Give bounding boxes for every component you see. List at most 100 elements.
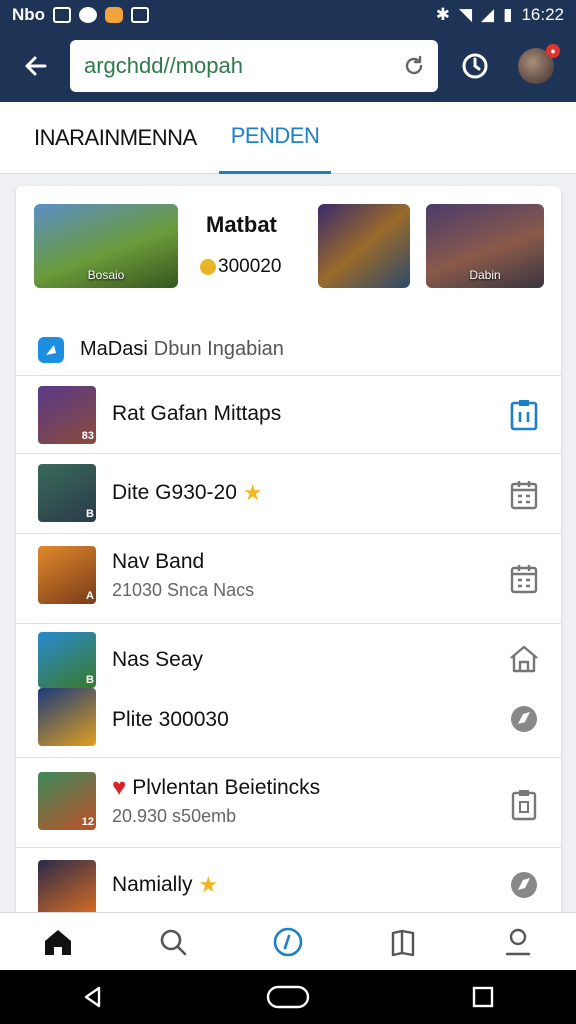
- section-header: MaDasi Dbun Ingabian: [16, 324, 561, 376]
- nav-search[interactable]: [153, 922, 193, 962]
- compass-icon: [511, 872, 537, 898]
- item-tag: A: [86, 590, 94, 602]
- book-icon: [391, 929, 415, 956]
- profile-avatar[interactable]: ●: [518, 44, 560, 84]
- clipboard-icon: [510, 400, 538, 431]
- item-name-text: Namially: [112, 873, 193, 896]
- home-icon: [510, 645, 538, 673]
- emoji-icon: [105, 7, 124, 23]
- system-back-icon[interactable]: [80, 984, 106, 1010]
- system-recents-icon[interactable]: [470, 984, 496, 1010]
- item-thumbnail: [38, 860, 96, 918]
- item-tag: B: [86, 508, 94, 520]
- url-field[interactable]: argchdd//mopah: [70, 40, 438, 92]
- list-item[interactable]: 83 Rat Gafan Mittaps: [16, 376, 561, 454]
- item-name-text: Plite 300030: [112, 708, 229, 731]
- item-subtitle: 21030 Snca Nacs: [112, 580, 255, 600]
- section-subtitle: Dbun Ingabian: [153, 338, 284, 360]
- coin-icon: [200, 259, 216, 275]
- item-name: Nas Seay: [112, 648, 203, 672]
- item-thumbnail: B: [38, 632, 96, 688]
- tab-first[interactable]: INARAINMENNA: [34, 102, 197, 174]
- list-item[interactable]: B Nas Seay Plite 300030: [16, 624, 561, 758]
- signal-icon: ◢: [481, 5, 495, 24]
- star-icon: ★: [242, 480, 263, 505]
- featured-price: 300020: [200, 256, 281, 278]
- item-action-button[interactable]: [507, 788, 541, 822]
- status-time: 16:22: [521, 5, 564, 24]
- reload-icon[interactable]: [402, 54, 426, 78]
- status-left: Nbo: [12, 5, 150, 25]
- back-button[interactable]: [14, 44, 58, 88]
- featured-thumb-3[interactable]: Dabin: [426, 204, 544, 288]
- item-tag: 83: [81, 430, 94, 442]
- search-icon: [160, 929, 187, 955]
- section-title: MaDasi: [80, 338, 148, 360]
- user-icon: [506, 928, 531, 955]
- featured-price-value: 300020: [218, 256, 282, 277]
- list-item[interactable]: 12 ♥ Plvlentan Beietincks 20.930 s50emb: [16, 758, 561, 848]
- bluetooth-icon: ✱: [435, 5, 450, 24]
- compass-icon: [511, 706, 537, 732]
- url-text: argchdd//mopah: [84, 53, 243, 78]
- wifi-icon: ◥: [458, 5, 473, 24]
- tab-bar: INARAINMENNA PENDEN: [0, 102, 576, 174]
- item-name-text: Nav Band: [112, 550, 205, 573]
- item-thumbnail: A: [38, 546, 96, 604]
- item-action-button[interactable]: [507, 478, 541, 512]
- nav-home[interactable]: [38, 922, 78, 962]
- nav-discover[interactable]: [268, 922, 308, 962]
- item-subtitle: 20.930 s50emb: [112, 806, 237, 826]
- item-name: ♥ Plvlentan Beietincks: [112, 774, 320, 802]
- list-item[interactable]: B Dite G930-20 ★: [16, 454, 561, 534]
- list-item[interactable]: A Nav Band 21030 Snca Nacs: [16, 534, 561, 624]
- nav-library[interactable]: [383, 922, 423, 962]
- tab-second-active[interactable]: PENDEN: [218, 102, 332, 174]
- message-icon: [53, 7, 72, 23]
- item-name: Namially ★: [112, 872, 218, 898]
- history-icon[interactable]: [460, 51, 490, 81]
- tag-icon: [38, 336, 64, 363]
- featured-title: Matbat: [206, 212, 277, 237]
- notification-icon: [79, 7, 98, 23]
- item-action-button[interactable]: [507, 398, 541, 432]
- item-action-button[interactable]: [507, 562, 541, 596]
- item-name-text: Rat Gafan Mittaps: [112, 402, 282, 425]
- item-name-text: Nas Seay: [112, 648, 204, 671]
- compass-icon: [273, 927, 303, 956]
- top-bar: argchdd//mopah ●: [0, 30, 576, 102]
- item-tag: B: [86, 674, 94, 686]
- chat-icon: [131, 7, 150, 23]
- back-arrow-icon: [25, 56, 47, 76]
- home-icon: [44, 929, 71, 955]
- item-thumbnail: B: [38, 464, 96, 522]
- featured-thumb-1-caption: Bosaio: [87, 268, 125, 282]
- clipboard-icon: [511, 790, 537, 821]
- system-home-icon[interactable]: [266, 984, 310, 1010]
- system-nav-bar: [0, 970, 576, 1024]
- item-action-button[interactable]: [507, 642, 541, 676]
- heart-icon: ♥: [112, 774, 127, 801]
- item-action-button[interactable]: [507, 868, 541, 902]
- status-right: ✱ ◥ ◢ ▮ 16:22: [436, 5, 564, 25]
- calendar-icon: [510, 481, 538, 510]
- item-thumbnail-2: [38, 688, 96, 746]
- item-thumbnail: 12: [38, 772, 96, 830]
- featured-strip: Bosaio Matbat 300020 Dabin: [16, 186, 561, 304]
- nav-profile[interactable]: [498, 922, 538, 962]
- item-name-text: Dite G930-20: [112, 481, 237, 504]
- item-name: Dite G930-20 ★: [112, 480, 263, 506]
- app-root: { "status": {"left_text": "Nbo", "time":…: [0, 0, 576, 1024]
- avatar-badge: ●: [546, 44, 560, 58]
- featured-thumb-1[interactable]: Bosaio: [34, 204, 178, 288]
- star-icon: ★: [198, 872, 219, 897]
- featured-thumb-2[interactable]: [318, 204, 410, 288]
- status-carrier: Nbo: [12, 5, 46, 24]
- item-name: Nav Band: [112, 550, 204, 574]
- item-action-button-secondary[interactable]: [507, 702, 541, 736]
- item-name-text: Plvlentan Beietincks: [132, 776, 321, 799]
- battery-icon: ▮: [503, 5, 513, 24]
- featured-thumb-3-caption: Dabin: [469, 268, 501, 282]
- item-name: Rat Gafan Mittaps: [112, 402, 281, 426]
- item-name-secondary: Plite 300030: [112, 708, 229, 732]
